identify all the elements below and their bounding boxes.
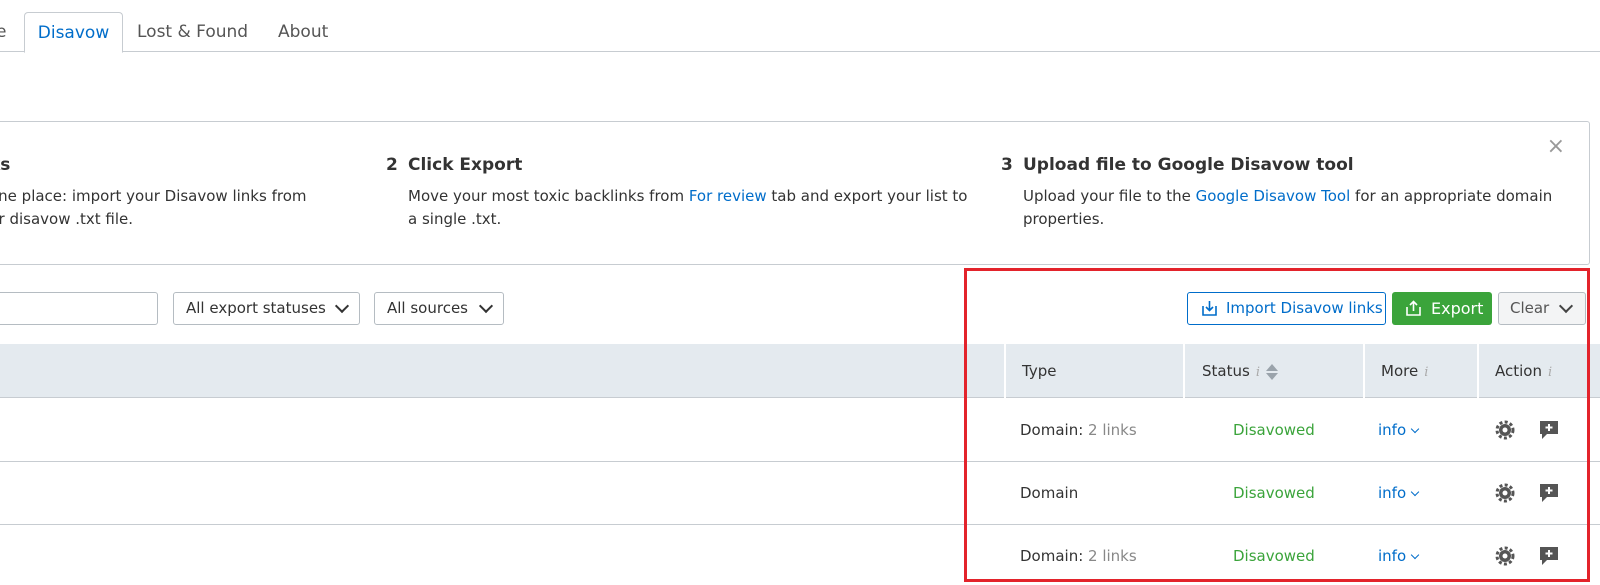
tab-about[interactable]: About [278,12,328,52]
comment-add-icon[interactable] [1537,481,1561,505]
export-button[interactable]: Export [1392,292,1492,325]
export-label: Export [1431,299,1484,318]
export-status-label: All export statuses [186,299,326,317]
column-divider [1183,344,1185,398]
for-review-link[interactable]: For review [689,187,767,205]
upload-icon [1406,300,1421,316]
google-disavow-tool-link[interactable]: Google Disavow Tool [1196,187,1351,205]
close-icon[interactable]: × [1547,134,1565,159]
table-row: Domain: 2 links Disavowed info [0,399,1600,462]
sources-label: All sources [387,299,468,317]
gear-icon[interactable] [1493,481,1517,505]
status-cell: Disavowed [1233,547,1315,565]
tab-disavow[interactable]: Disavow [24,12,123,53]
search-input[interactable] [0,292,158,325]
chevron-down-icon [1558,298,1574,314]
more-info-toggle[interactable]: info [1378,462,1420,525]
gear-icon[interactable] [1493,544,1517,568]
step-3-title: 3 Upload file to Google Disavow tool [1001,155,1354,175]
comment-add-icon[interactable] [1537,418,1561,442]
header-type: Type [1022,362,1057,380]
chevron-down-icon [1410,487,1420,497]
table-header: Type Status i More i Action i [0,344,1600,398]
more-info-toggle[interactable]: info [1378,399,1420,462]
header-more: More i [1381,362,1429,380]
column-divider [1477,344,1479,398]
sources-dropdown[interactable]: All sources [374,292,504,325]
step-2-title: 2 Click Export [386,155,523,175]
import-label: Import Disavow links [1226,299,1383,317]
type-cell: Domain: 2 links [1020,421,1137,439]
chevron-down-icon [1410,424,1420,434]
clear-dropdown-button[interactable]: Clear [1498,292,1586,325]
info-icon[interactable]: i [1548,365,1552,380]
status-cell: Disavowed [1233,421,1315,439]
export-status-dropdown[interactable]: All export statuses [173,292,360,325]
step-3-text: Upload your file to the Google Disavow T… [1023,187,1553,228]
step-1-text: one place: import your Disavow links fro… [0,187,307,228]
import-disavow-links-button[interactable]: Import Disavow links [1187,292,1386,325]
column-divider [1363,344,1365,398]
table-row: Domain: 2 links Disavowed info [0,525,1600,585]
download-icon [1202,301,1217,316]
chevron-down-icon [334,298,350,314]
sort-icon[interactable] [1265,363,1278,380]
type-cell: Domain [1020,484,1079,502]
column-divider [1004,344,1006,398]
chevron-down-icon [1410,550,1420,560]
more-info-toggle[interactable]: info [1378,525,1420,585]
tab-partial[interactable]: e [0,12,6,52]
type-cell: Domain: 2 links [1020,547,1137,565]
step-2-text: Move your most toxic backlinks from For … [408,187,968,228]
info-icon[interactable]: i [1424,365,1428,380]
tab-bar: e Disavow Lost & Found About [0,0,1600,53]
instructions-panel: × ks one place: import your Disavow link… [0,121,1590,265]
tab-lost-found[interactable]: Lost & Found [137,12,248,52]
info-icon[interactable]: i [1256,365,1260,380]
header-action: Action i [1495,362,1553,380]
gear-icon[interactable] [1493,418,1517,442]
table-row: Domain Disavowed info [0,462,1600,525]
status-cell: Disavowed [1233,484,1315,502]
comment-add-icon[interactable] [1537,544,1561,568]
clear-label: Clear [1510,299,1550,317]
chevron-down-icon [478,298,494,314]
step-1-title: ks [0,155,11,175]
header-status[interactable]: Status i [1202,344,1278,398]
